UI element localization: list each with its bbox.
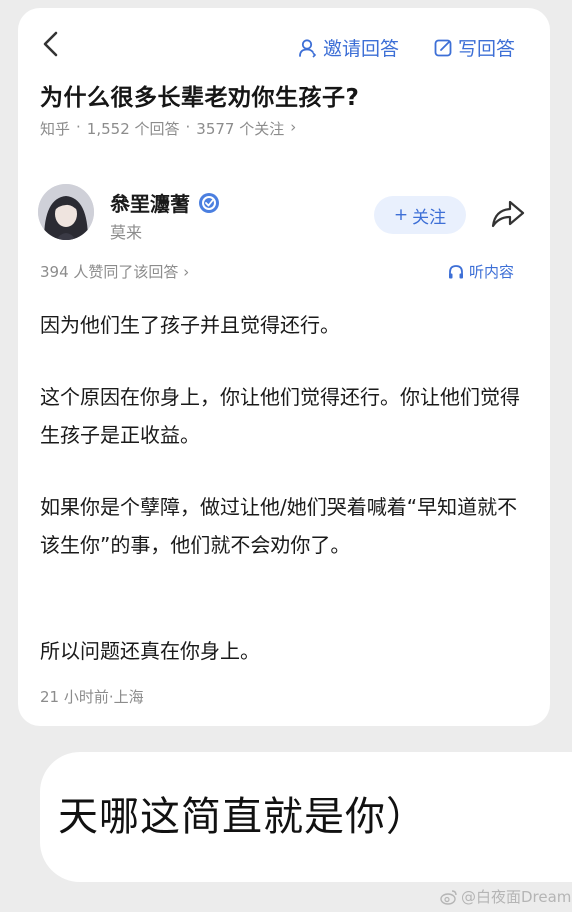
listen-button[interactable]: 听内容 xyxy=(448,261,514,282)
weibo-icon xyxy=(440,889,457,905)
question-title[interactable]: 为什么很多长辈老劝你生孩子? xyxy=(40,78,359,112)
follow-button[interactable]: + 关注 xyxy=(374,196,466,234)
avatar-image xyxy=(38,184,94,240)
author-name: 叅罜灋蓍 xyxy=(110,192,190,216)
invite-answer-label: 邀请回答 xyxy=(323,38,400,60)
listen-label: 听内容 xyxy=(469,263,515,281)
back-arrow-icon[interactable] xyxy=(40,30,62,58)
author-headline: 莫来 xyxy=(110,223,143,242)
plus-icon: + xyxy=(393,205,409,225)
question-meta[interactable]: 知乎 · 1,552 个回答 · 3577 个关注 › xyxy=(40,118,296,139)
answer-timestamp: 21 小时前·上海 xyxy=(40,688,144,706)
headphones-icon xyxy=(449,264,463,278)
question-source: 知乎 xyxy=(40,120,71,138)
watermark-text: @白夜面Dream xyxy=(461,888,572,906)
person-icon xyxy=(299,38,317,58)
caption-text: 天哪这简直就是你） xyxy=(58,794,427,840)
answer-paragraph: 这个原因在你身上，你让他们觉得还行。你让他们觉得生孩子是正收益。 xyxy=(40,385,520,447)
write-answer-label: 写回答 xyxy=(458,38,516,60)
follower-count: 3577 个关注 xyxy=(196,120,285,138)
meta-separator: · xyxy=(76,118,81,136)
vote-count: 394 人赞同了该回答 xyxy=(40,263,179,281)
write-answer-button[interactable]: 写回答 xyxy=(434,34,515,61)
author-name-row[interactable]: 叅罜灋蓍 xyxy=(110,188,220,217)
chevron-right-icon: › xyxy=(183,263,190,281)
chevron-right-icon: › xyxy=(290,118,297,136)
edit-icon xyxy=(434,39,452,57)
meta-separator: · xyxy=(185,118,191,136)
verified-badge-icon xyxy=(199,192,219,213)
vote-count-row[interactable]: 394 人赞同了该回答 › xyxy=(40,261,189,282)
share-icon[interactable] xyxy=(490,198,526,230)
avatar[interactable] xyxy=(38,184,94,240)
answer-paragraph: 如果你是个孽障，做过让他/她们哭着喊着“早知道就不该生你”的事，他们就不会劝你了… xyxy=(40,495,518,557)
answer-paragraph: 因为他们生了孩子并且觉得还行。 xyxy=(40,313,340,337)
answer-paragraph: 所以问题还真在你身上。 xyxy=(40,639,260,663)
follow-label: 关注 xyxy=(412,207,447,228)
invite-answer-button[interactable]: 邀请回答 xyxy=(298,34,399,61)
answer-count: 1,552 个回答 xyxy=(86,120,180,138)
watermark: @白夜面Dream xyxy=(440,886,571,907)
answer-card: 邀请回答 写回答 为什么很多长辈老劝你生孩子? 知乎 · 1,552 个回答 ·… xyxy=(18,8,550,726)
